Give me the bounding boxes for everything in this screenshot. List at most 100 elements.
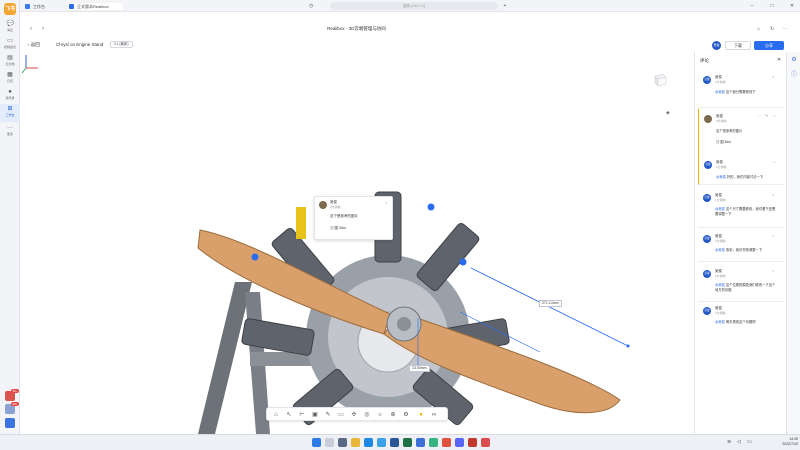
download-button[interactable]: 下载 (725, 41, 751, 50)
badge-count: 99+ (11, 402, 19, 406)
view-mode-icon[interactable]: ◈ (666, 110, 670, 116)
user-avatar[interactable] (5, 418, 15, 428)
explode-icon[interactable]: ✣ (350, 411, 358, 419)
color-icon[interactable]: ● (417, 411, 425, 419)
version-select[interactable]: V1 (最新) (110, 41, 133, 48)
attachment[interactable]: ⌘ 图.3dm (330, 226, 346, 231)
rail-item-contacts[interactable]: ● 通讯录 (0, 87, 20, 105)
annotation-pin (427, 203, 435, 211)
feishu-icon[interactable] (416, 438, 425, 447)
measure-endpoint (626, 344, 630, 348)
home-icon[interactable]: ⌂ (757, 26, 760, 32)
share-button[interactable]: 分享 (754, 41, 784, 50)
file-name: Chrysl on Engine Stand (56, 42, 104, 47)
comment-card[interactable]: 吴俊 吴俊 1分钟前 @吴俊 明天再改这个问题吧 (698, 304, 784, 334)
folder-icon[interactable] (351, 438, 360, 447)
minimize-icon[interactable]: – (748, 2, 756, 10)
transform-icon[interactable]: ⊕ (389, 411, 397, 419)
history-icon[interactable]: ◷ (307, 2, 315, 10)
word-icon[interactable] (390, 438, 399, 447)
check-icon[interactable]: ○ (385, 200, 387, 205)
measure-label: 271.14mm (539, 300, 562, 307)
viewer-toolbar: ⌂ ↖ ⊢ ▣ ✎ ▭ ✣ ◎ ☼ ⊕ ⚙ ● ∞ (266, 407, 448, 421)
system-clock[interactable]: 14:49 2022/7/20 (756, 437, 798, 447)
resolve-icon[interactable]: ○ (772, 74, 774, 79)
comment-card-selected[interactable]: 吴俊 2分钟前 ⋯ ✎ ○ 这个是参考的图片 ⌘ 图.3dm 吴俊 吴俊 1分钟… (698, 109, 784, 185)
select-icon[interactable]: ↖ (285, 411, 293, 419)
settings-icon[interactable]: ⚙ (790, 56, 798, 64)
rail-item-more[interactable]: ··· 更多 (0, 123, 20, 141)
start-icon[interactable] (312, 438, 321, 447)
section-icon[interactable]: ▣ (311, 411, 319, 419)
measure-icon[interactable]: ⊢ (298, 411, 306, 419)
home-view-icon[interactable]: ⌂ (272, 411, 280, 419)
add-icon[interactable]: + (501, 2, 509, 10)
3d-viewport[interactable]: ◈ 271.14mm 13.00mm 吴俊 2分钟前 ○ 这个是参考的图片 ⌘ … (20, 52, 693, 434)
view-cube[interactable] (652, 72, 668, 88)
avatar: 吴俊 (703, 76, 711, 84)
more-icon: ··· (7, 125, 13, 131)
stand-leg (198, 282, 252, 434)
app-icon[interactable] (468, 438, 477, 447)
resolve-icon[interactable]: ○ (773, 159, 775, 164)
resolve-icon[interactable]: ○ (772, 268, 774, 273)
avatar[interactable]: 吴俊 (712, 41, 721, 50)
wechat-icon[interactable] (429, 438, 438, 447)
battery-icon[interactable]: ▭ (747, 439, 752, 445)
close-icon[interactable]: ✕ (777, 57, 781, 63)
measure-label: 13.00mm (409, 365, 430, 372)
realibox-icon (69, 4, 74, 9)
rail-item-messages[interactable]: 💬 消息 (0, 19, 20, 37)
app-logo: 飞书 (4, 3, 16, 15)
comment-card[interactable]: 吴俊 吴俊 1分钟前 ○ @吴俊 这个尺寸需要修改，我们看下还需要调整一下 (698, 188, 784, 228)
rail-item-meetings[interactable]: ▭ 视频会议 (0, 36, 20, 54)
settings-icon[interactable]: ⚙ (402, 411, 410, 419)
taskview-icon[interactable] (338, 438, 347, 447)
close-icon[interactable]: ✕ (788, 2, 796, 10)
rail-item-calendar[interactable]: ▦ 日历 (0, 70, 20, 88)
search-input[interactable]: 搜索 (Ctrl + K) (330, 2, 498, 10)
refresh-icon[interactable]: ↻ (770, 26, 774, 32)
tab-realibox[interactable]: 正式版本Realibox (68, 3, 123, 10)
resolve-icon[interactable]: ○ (772, 233, 774, 238)
volume-icon[interactable]: ◁ (737, 439, 741, 445)
avatar: 吴俊 (703, 270, 711, 278)
app-icon[interactable] (481, 438, 490, 447)
title-bar: 工作台 正式版本Realibox ◷ 搜索 (Ctrl + K) + – □ ✕ (20, 0, 800, 12)
vr-icon[interactable]: ∞ (430, 411, 438, 419)
material-icon[interactable]: ◎ (363, 411, 371, 419)
resolve-icon[interactable]: ○ (773, 113, 775, 118)
os-taskbar: ≋ ◁ ▭ 14:49 2022/7/20 (0, 434, 800, 450)
store-icon[interactable] (377, 438, 386, 447)
doc-icon: ▤ (7, 55, 13, 61)
annotation-pin (251, 253, 259, 261)
edit-icon[interactable]: ✎ (765, 113, 768, 118)
propeller-bolt (397, 317, 411, 331)
maximize-icon[interactable]: □ (768, 2, 776, 10)
tab-workbench[interactable]: 工作台 (24, 3, 45, 10)
back-button[interactable]: ‹ 返回 (28, 42, 40, 48)
excel-icon[interactable] (403, 438, 412, 447)
engine-model (197, 191, 630, 434)
pen-icon[interactable]: ✎ (324, 411, 332, 419)
browser-icon[interactable] (364, 438, 373, 447)
video-icon: ▭ (7, 38, 13, 44)
comment-icon[interactable]: ▭ (337, 411, 345, 419)
attachment[interactable]: ⌘ 图.3dm (716, 140, 778, 145)
info-icon[interactable]: ⓘ (790, 71, 798, 79)
comment-card[interactable]: 吴俊 吴俊 1分钟前 ○ @吴俊 这个位置的模型我们修改一下这个地方的问题 (698, 264, 784, 302)
rail-item-workbench[interactable]: ⊞ 工作台 (0, 104, 20, 122)
lighting-icon[interactable]: ☼ (376, 411, 384, 419)
app-icon[interactable] (455, 438, 464, 447)
more-icon[interactable]: ⋯ (757, 113, 761, 118)
comment-card[interactable]: 吴俊 吴俊 1分钟前 ○ @吴俊 这个部分需要修改下 (698, 70, 784, 108)
pinned-comment-card[interactable]: 吴俊 2分钟前 ○ 这个是参考的图片 ⌘ 图.3dm (314, 196, 393, 240)
comment-card[interactable]: 吴俊 吴俊 1分钟前 ○ @吴俊 收到，我们尽快调整一下 (698, 229, 784, 262)
app-icon[interactable] (442, 438, 451, 447)
wifi-icon[interactable]: ≋ (727, 439, 731, 445)
more-icon[interactable]: ⋯ (783, 26, 788, 32)
calendar-icon: ▦ (7, 72, 13, 78)
resolve-icon[interactable]: ○ (772, 192, 774, 197)
search-icon[interactable] (325, 438, 334, 447)
rail-item-docs[interactable]: ▤ 云文档 (0, 53, 20, 71)
